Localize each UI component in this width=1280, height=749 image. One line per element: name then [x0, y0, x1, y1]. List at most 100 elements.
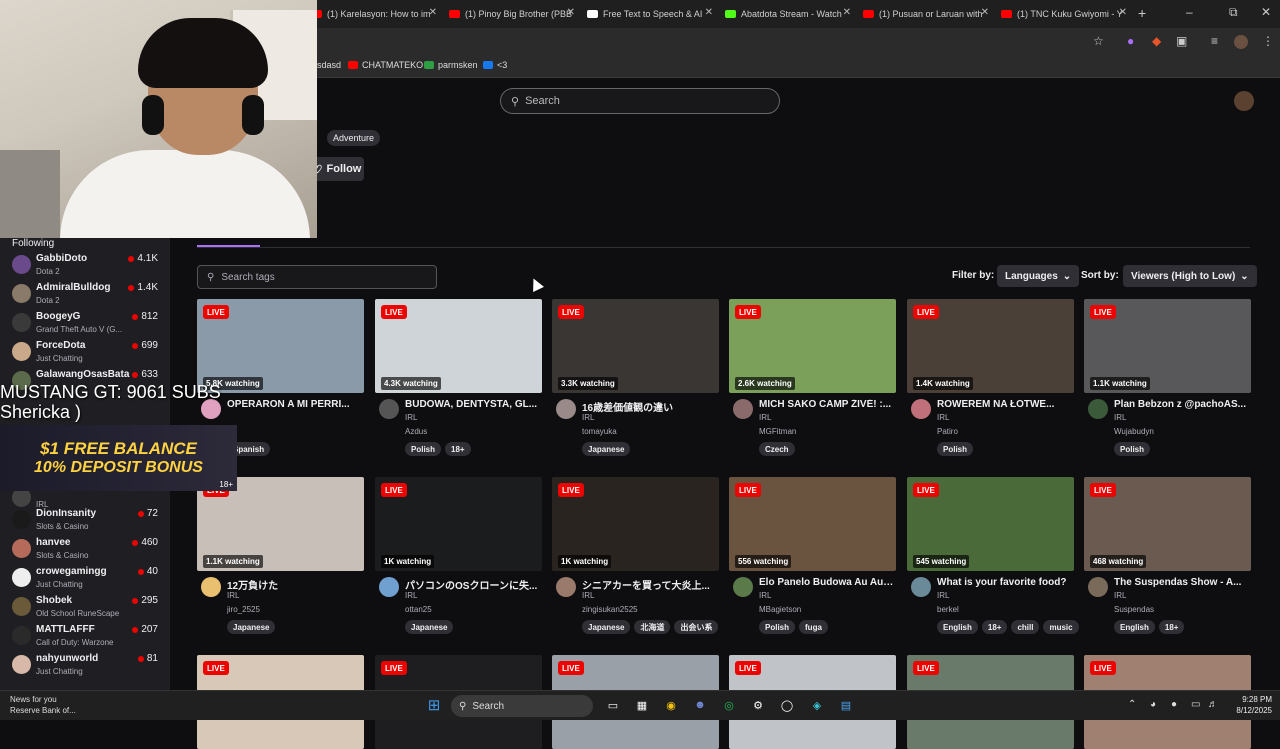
stream-tag[interactable]: 18+ — [981, 620, 1008, 634]
microphone-icon[interactable]: ● — [1171, 699, 1177, 710]
bookmark-star-icon[interactable]: ☆ — [1093, 34, 1104, 48]
tag-search-input[interactable]: ⚲ Search tags — [197, 265, 437, 289]
browser-tab[interactable]: (1) TNC Kuku Gwiyomi - Y ✕ — [1001, 4, 1127, 24]
network-icon[interactable]: ◕ — [1150, 699, 1156, 710]
stream-tag[interactable]: 出会い系 — [674, 620, 719, 634]
sidebar-channel[interactable]: ForceDota Just Chatting 699 — [0, 338, 170, 367]
sidebar-channel[interactable]: nahyunworld Just Chatting 81 — [0, 651, 170, 680]
streamer-name[interactable]: Patiro — [937, 427, 958, 436]
stream-thumbnail[interactable]: LIVE 468 watching — [1084, 477, 1251, 571]
stream-title[interactable]: What is your favorite food? — [937, 577, 1072, 588]
stream-title[interactable]: シニアカーを買って大炎上... — [582, 577, 717, 592]
stream-tag[interactable]: Polish — [937, 442, 974, 456]
tab-close-icon[interactable]: ✕ — [843, 7, 851, 18]
profile-avatar[interactable] — [1234, 35, 1248, 49]
maximize-icon[interactable]: ⧉ — [1229, 5, 1238, 20]
news-widget[interactable]: News for you Reserve Bank of... — [10, 694, 76, 716]
store-icon[interactable]: ▦ — [633, 696, 651, 714]
stream-thumbnail[interactable]: LIVE 5.8K watching — [197, 299, 364, 393]
tab-close-icon[interactable]: ✕ — [705, 7, 713, 18]
streamer-name[interactable]: jiro_2525 — [227, 605, 260, 614]
stream-thumbnail[interactable]: LIVE 4.3K watching — [375, 299, 542, 393]
bookmark-item[interactable]: parmsken — [424, 60, 478, 70]
notepad-icon[interactable]: ▤ — [837, 696, 855, 714]
stream-category[interactable]: IRL — [227, 591, 239, 600]
streamer-name[interactable]: ottan25 — [405, 605, 432, 614]
stream-thumbnail[interactable]: LIVE 1.4K watching — [907, 299, 1074, 393]
stream-title[interactable]: 16歳差価値観の違い — [582, 399, 717, 414]
stream-category[interactable]: IRL — [405, 591, 417, 600]
stream-thumbnail[interactable]: LIVE1.1K watching — [1084, 299, 1251, 393]
category-tag[interactable]: Adventure — [327, 130, 381, 146]
browser-tab[interactable]: Free Text to Speech & AI ✕ — [587, 4, 713, 24]
tab-close-icon[interactable]: ✕ — [429, 7, 437, 18]
streamer-name[interactable]: tomayuka — [582, 427, 617, 436]
sidebar-channel[interactable]: AdmiralBulldog Dota 2 1.4K — [0, 280, 170, 309]
minimize-icon[interactable]: – — [1186, 5, 1193, 19]
stream-thumbnail[interactable]: LIVE1.1K watching — [197, 477, 364, 571]
stream-tag[interactable]: Japanese — [582, 620, 631, 634]
stream-category[interactable]: IRL — [405, 413, 417, 422]
stream-category[interactable]: IRL — [1114, 591, 1126, 600]
browser-tab[interactable]: (1) Pinoy Big Brother (PBB ✕ — [449, 4, 575, 24]
task-view-icon[interactable]: ▭ — [604, 696, 622, 714]
stream-title[interactable]: Elo Panelo Budowa Au Au ... — [759, 577, 894, 588]
streamer-avatar[interactable] — [379, 399, 399, 419]
sidebar-channel[interactable]: GabbiDoto Dota 2 4.1K — [0, 251, 170, 280]
bookmark-item[interactable]: CHATMATEKO — [348, 60, 423, 70]
sidebar-channel[interactable]: MATTLAFFF Call of Duty: Warzone 207 — [0, 622, 170, 651]
stream-title[interactable]: 12万負けた — [227, 577, 362, 592]
stream-thumbnail[interactable]: LIVE 1K watching — [552, 477, 719, 571]
stream-title[interactable]: MICH SAKO CAMP ŽIVĚ! :... — [759, 399, 894, 410]
streamer-avatar[interactable] — [1088, 399, 1108, 419]
stream-title[interactable]: The Suspendas Show - A... — [1114, 577, 1249, 588]
stream-category[interactable]: IRL — [937, 591, 949, 600]
stream-category[interactable]: IRL — [582, 591, 594, 600]
extension-fox-icon[interactable]: ◆ — [1152, 34, 1161, 48]
stream-tag[interactable]: 18+ — [1158, 620, 1185, 634]
new-tab-button[interactable]: + — [1138, 5, 1146, 21]
stream-tag[interactable]: chill — [1011, 620, 1040, 634]
stream-thumbnail[interactable]: LIVE 2.6K watching — [729, 299, 896, 393]
steam-icon[interactable]: ⚙ — [749, 696, 767, 714]
volume-icon[interactable]: ♬ — [1208, 699, 1218, 710]
obs-icon[interactable]: ◯ — [778, 696, 796, 714]
tab-close-icon[interactable]: ✕ — [567, 7, 575, 18]
browser-tab[interactable]: Abatdota Stream - Watch ✕ — [725, 4, 851, 24]
streamer-avatar[interactable] — [911, 399, 931, 419]
tray-chevron-icon[interactable]: ⌃ — [1128, 699, 1136, 710]
extensions-puzzle-icon[interactable]: ▣ — [1176, 34, 1187, 48]
stream-tag[interactable]: Polish — [405, 442, 442, 456]
tab-close-icon[interactable]: ✕ — [981, 7, 989, 18]
streamer-name[interactable]: berkel — [937, 605, 959, 614]
browser-tab[interactable]: (1) Karelasyon: How to im ✕ — [311, 4, 437, 24]
stream-category[interactable]: IRL — [759, 591, 771, 600]
stream-title[interactable]: パソコンのOSクローンに失... — [405, 577, 540, 592]
stream-title[interactable]: OPERARON A MI PERRI... — [227, 399, 362, 410]
windows-start-icon[interactable]: ⊞ — [425, 696, 443, 714]
reading-list-icon[interactable]: ≡ — [1211, 34, 1218, 48]
stream-tag[interactable]: English — [937, 620, 978, 634]
streamer-avatar[interactable] — [1088, 577, 1108, 597]
stream-thumbnail[interactable]: LIVE 545 watching — [907, 477, 1074, 571]
streamer-name[interactable]: MBagietson — [759, 605, 801, 614]
streamer-name[interactable]: Azdus — [405, 427, 427, 436]
streamer-avatar[interactable] — [911, 577, 931, 597]
stream-title[interactable]: BUDOWA, DENTYSTA, GL... — [405, 399, 540, 410]
tab-close-icon[interactable]: ✕ — [1119, 7, 1127, 18]
follow-button[interactable]: ♡ Follow — [310, 157, 364, 181]
extension-icon[interactable]: ● — [1127, 34, 1134, 48]
discord-icon[interactable]: ☻ — [691, 696, 709, 714]
streamer-avatar[interactable] — [556, 399, 576, 419]
system-clock[interactable]: 9:28 PM 8/12/2025 — [1222, 694, 1272, 716]
stream-tag[interactable]: Polish — [1114, 442, 1151, 456]
stream-category[interactable]: IRL — [582, 413, 594, 422]
stream-tag[interactable]: Japanese — [582, 442, 631, 456]
streamer-avatar[interactable] — [201, 577, 221, 597]
chrome-icon[interactable]: ◉ — [662, 696, 680, 714]
ad-banner[interactable]: $1 FREE BALANCE 10% DEPOSIT BONUS 18+ — [0, 425, 237, 491]
streamer-avatar[interactable] — [556, 577, 576, 597]
sidebar-channel[interactable]: hanvee Slots & Casino 460 — [0, 535, 170, 564]
streamer-avatar[interactable] — [733, 399, 753, 419]
stream-tag[interactable]: Japanese — [405, 620, 454, 634]
